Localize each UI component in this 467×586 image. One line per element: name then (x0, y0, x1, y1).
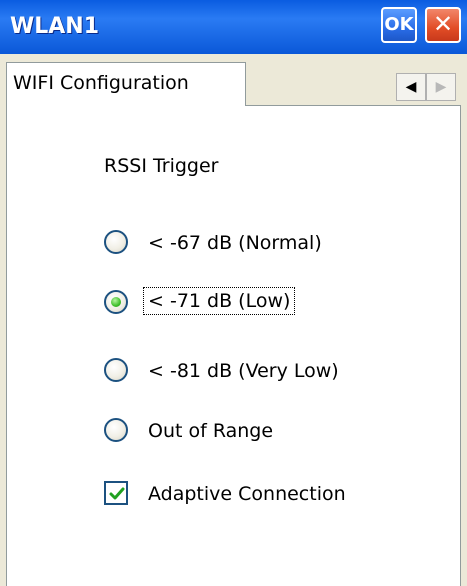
scroll-right-button[interactable]: ▶ (426, 73, 456, 101)
tab-label: WIFI Configuration (13, 72, 189, 94)
rssi-option-low[interactable]: < -71 dB (Low) (104, 286, 424, 318)
title-bar: WLAN1 OK ✕ (0, 0, 467, 54)
rssi-option-normal[interactable]: < -67 dB (Normal) (104, 226, 424, 258)
ok-button[interactable]: OK (381, 7, 417, 43)
adaptive-connection-label: Adaptive Connection (148, 483, 346, 505)
tab-panel (6, 105, 461, 586)
option-label: < -71 dB (Low) (142, 287, 296, 315)
adaptive-connection-checkbox[interactable] (104, 481, 128, 505)
checkmark-icon (109, 487, 125, 500)
radio-unchecked-icon[interactable] (104, 358, 128, 382)
tab-scroller: ◀ ▶ (396, 73, 456, 101)
scroll-left-button[interactable]: ◀ (396, 73, 426, 101)
radio-unchecked-icon[interactable] (104, 230, 128, 254)
rssi-trigger-label: RSSI Trigger (104, 155, 219, 177)
adaptive-connection-option[interactable]: Adaptive Connection (104, 477, 424, 509)
option-label: Out of Range (148, 420, 274, 442)
option-label: < -67 dB (Normal) (148, 232, 322, 254)
rssi-option-out-of-range[interactable]: Out of Range (104, 414, 424, 446)
option-label: < -81 dB (Very Low) (148, 360, 339, 382)
close-button[interactable]: ✕ (425, 7, 461, 43)
radio-unchecked-icon[interactable] (104, 418, 128, 442)
window-title: WLAN1 (10, 14, 100, 39)
tab-wifi-configuration[interactable]: WIFI Configuration (6, 62, 246, 106)
radio-checked-icon[interactable] (104, 290, 128, 314)
rssi-option-very-low[interactable]: < -81 dB (Very Low) (104, 354, 424, 386)
